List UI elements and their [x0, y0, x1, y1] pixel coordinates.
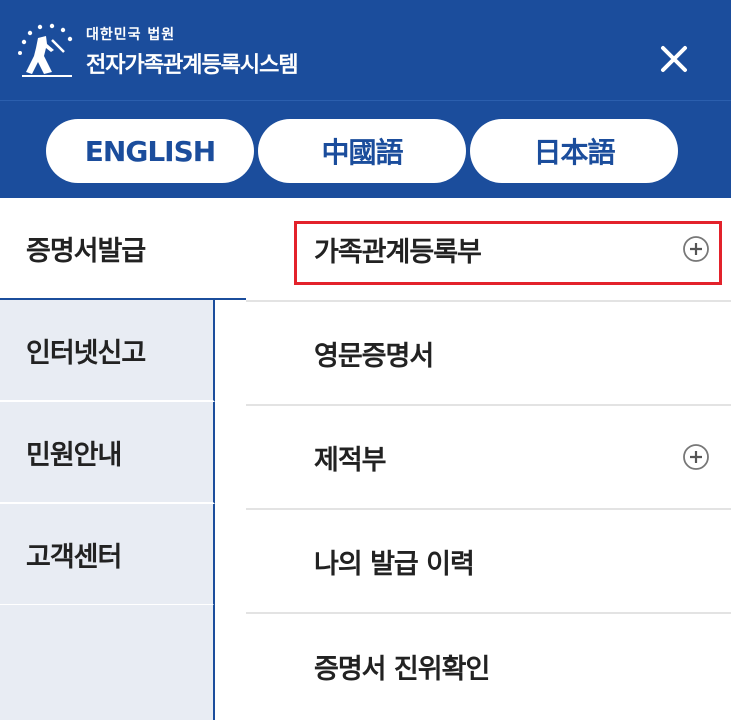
- close-icon[interactable]: [650, 35, 698, 83]
- submenu-item-label: 나의 발급 이력: [314, 548, 475, 580]
- sidebar-filler: [0, 605, 215, 720]
- submenu-item-family-register[interactable]: 가족관계등록부: [246, 198, 731, 302]
- court-logo-icon: [18, 23, 73, 77]
- sidebar-item-internet-report[interactable]: 인터넷신고: [0, 300, 215, 402]
- submenu-item-label: 증명서 진위확인: [314, 653, 490, 685]
- org-subtitle: 대한민국 법원: [86, 27, 176, 43]
- submenu-list: 가족관계등록부 영문증명서 제적부 나의 발급 이력 증명서 진위확인: [246, 198, 731, 720]
- site-title[interactable]: 전자가족관계등록시스템: [86, 47, 299, 79]
- japanese-button[interactable]: 日本語: [470, 119, 678, 183]
- submenu-item-label: 가족관계등록부: [314, 236, 482, 268]
- sidebar-item-civil-guide[interactable]: 민원안내: [0, 402, 215, 504]
- chinese-button[interactable]: 中國語: [258, 119, 466, 183]
- submenu-item-my-issue-history[interactable]: 나의 발급 이력: [246, 510, 731, 614]
- submenu-item-certificate-verify[interactable]: 증명서 진위확인: [246, 614, 731, 718]
- submenu-item-english-certificate[interactable]: 영문증명서: [246, 302, 731, 406]
- submenu-item-removed-register[interactable]: 제적부: [246, 406, 731, 510]
- submenu-item-label: 영문증명서: [314, 340, 434, 372]
- english-button[interactable]: ENGLISH: [46, 119, 254, 183]
- sidebar-item-customer-center[interactable]: 고객센터: [0, 504, 215, 606]
- plus-circle-icon[interactable]: [681, 234, 711, 264]
- plus-circle-icon[interactable]: [681, 442, 711, 472]
- submenu-item-label: 제적부: [314, 444, 387, 476]
- sidebar-item-certificate-issue[interactable]: 증명서발급: [0, 198, 246, 300]
